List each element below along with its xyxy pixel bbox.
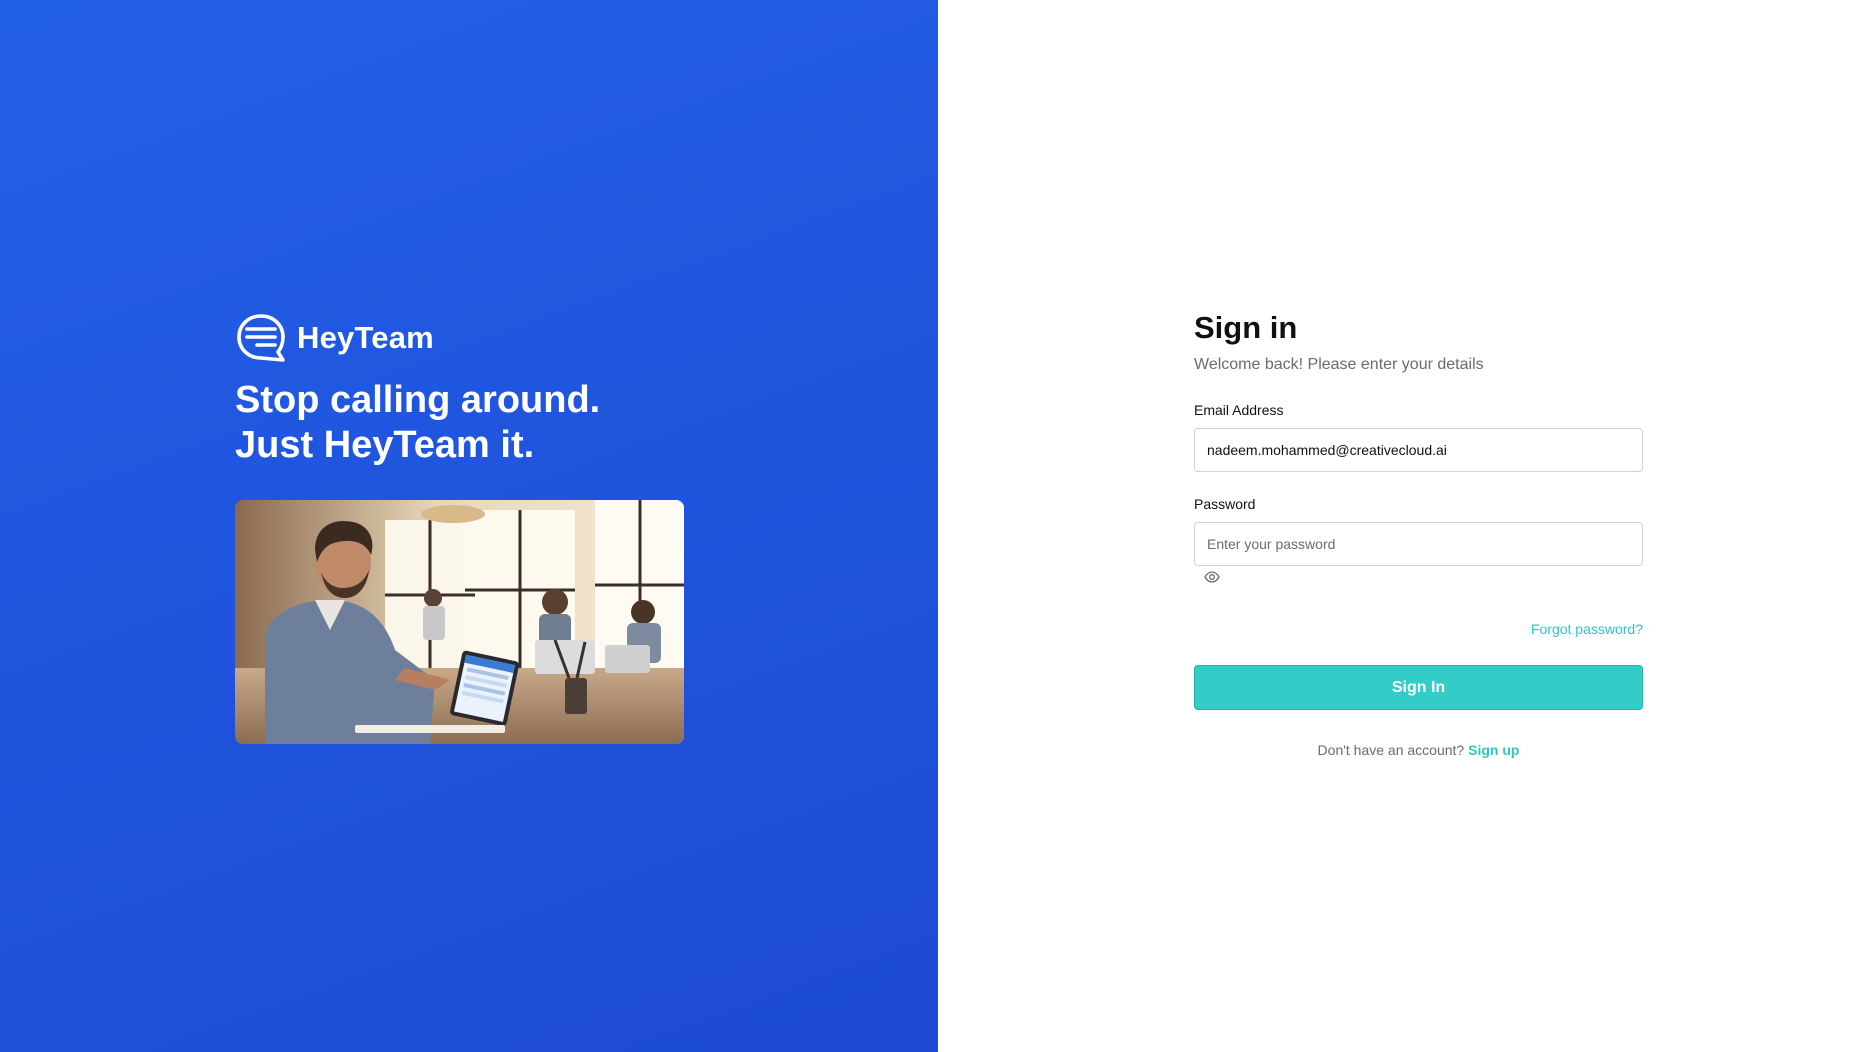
signin-panel: Sign in Welcome back! Please enter your … xyxy=(938,0,1876,1052)
email-label: Email Address xyxy=(1194,402,1284,418)
signin-title: Sign in xyxy=(1194,310,1298,345)
brand-header: HeyTeam xyxy=(235,312,600,364)
signup-prompt: Don't have an account? xyxy=(1317,742,1465,758)
brand-panel: HeyTeam Stop calling around. Just HeyTea… xyxy=(0,0,938,1052)
brand-tagline: Stop calling around. Just HeyTeam it. xyxy=(235,378,600,468)
chat-bubble-icon xyxy=(237,314,285,362)
signin-subtitle: Welcome back! Please enter your details xyxy=(1194,356,1484,373)
sign-in-button[interactable]: Sign In xyxy=(1194,665,1643,710)
tagline-line-2: Just HeyTeam it. xyxy=(235,424,535,466)
sign-up-link[interactable]: Sign up xyxy=(1468,742,1519,758)
signin-form: Sign in Welcome back! Please enter your … xyxy=(1194,310,1643,758)
hero-image xyxy=(235,500,684,744)
email-field[interactable] xyxy=(1194,428,1643,472)
password-label: Password xyxy=(1194,496,1256,512)
brand-block: HeyTeam Stop calling around. Just HeyTea… xyxy=(235,312,600,468)
signup-row: Don't have an account? Sign up xyxy=(1194,742,1643,758)
tagline-line-1: Stop calling around. xyxy=(235,379,601,421)
forgot-password-link[interactable]: Forgot password? xyxy=(1531,621,1643,637)
eye-icon[interactable] xyxy=(1204,570,1220,584)
forgot-row: Forgot password? xyxy=(1194,621,1643,637)
office-photo-illustration xyxy=(235,500,684,744)
password-field[interactable] xyxy=(1194,522,1643,566)
brand-name: HeyTeam xyxy=(297,320,434,355)
